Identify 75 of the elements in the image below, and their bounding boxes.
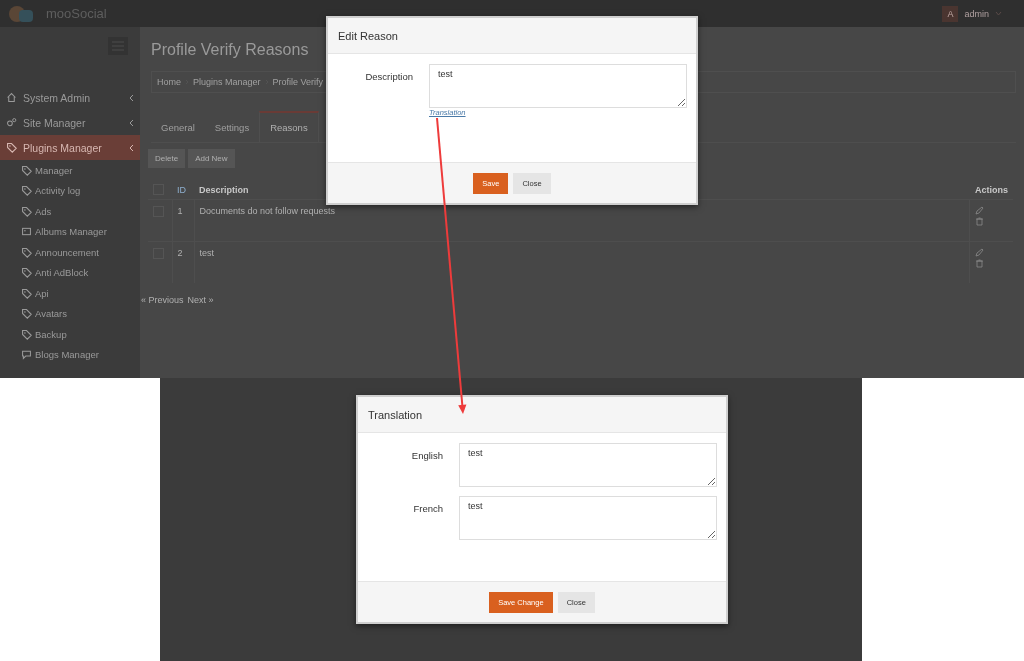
sidebar-subitem[interactable]: Avatars (0, 303, 140, 324)
table-cell: 1 (172, 199, 194, 242)
sidebar-subitem-label: Announcement (35, 246, 99, 258)
breadcrumb-link[interactable]: Home (157, 77, 181, 87)
tab[interactable]: Reasons (259, 111, 319, 142)
sidebar-subitem[interactable]: Activity log (0, 180, 140, 201)
caret-icon[interactable] (995, 11, 1002, 16)
pager-link[interactable]: Next » (187, 295, 214, 305)
image-icon (21, 226, 32, 238)
tag-icon (21, 164, 32, 176)
sidebar-subitem[interactable]: Backup (0, 324, 140, 345)
edit-icon[interactable] (975, 248, 985, 257)
field-label: English (410, 449, 443, 461)
translation-field[interactable]: test (459, 496, 717, 540)
tag-icon (21, 185, 32, 197)
sidebar-subitem[interactable]: Albums Manager (0, 221, 140, 242)
tag-icon (6, 142, 17, 153)
sidebar-subitem[interactable]: Api (0, 283, 140, 304)
logo-icon (8, 4, 36, 23)
sidebar-subitem-label: Ads (35, 205, 52, 217)
trash-icon[interactable] (975, 259, 985, 268)
tag-icon (21, 287, 32, 299)
sidebar-subitem-label: Activity log (35, 185, 81, 197)
tag-icon (21, 246, 32, 258)
column-header: Description (199, 184, 249, 195)
user-avatar[interactable]: A (942, 5, 959, 22)
chevron-icon (129, 118, 134, 127)
sidebar-subitem-label: Blogs Manager (35, 349, 99, 361)
sidebar-item-label: Plugins Manager (23, 141, 102, 154)
sidebar-item[interactable]: Plugins Manager (0, 135, 140, 160)
column-header: Actions (970, 180, 1013, 200)
sidebar-subitem[interactable]: Anti AdBlock (0, 262, 140, 283)
dialog-title: Translation (358, 397, 726, 433)
toolbar-button[interactable]: Delete (148, 149, 186, 168)
tag-icon (21, 308, 32, 320)
edit-icon[interactable] (975, 206, 985, 215)
column-header[interactable]: ID (172, 180, 194, 200)
sidebar-subitem-label: Albums Manager (35, 226, 107, 238)
trash-icon[interactable] (975, 217, 985, 226)
sidebar-item-label: Site Manager (23, 116, 86, 129)
field-label: French (412, 502, 443, 514)
table-cell: test (194, 241, 970, 283)
breadcrumb-link[interactable]: Profile Verify (272, 77, 324, 87)
dialog-title: Edit Reason (328, 18, 696, 54)
breadcrumb-link[interactable]: Plugins Manager (193, 77, 261, 87)
toolbar-button[interactable]: Add New (188, 149, 235, 168)
translation-field[interactable]: test (459, 443, 717, 487)
sidebar-subitem[interactable]: Manager (0, 160, 140, 181)
chevron-icon (129, 143, 134, 152)
sidebar-subitem[interactable]: Announcement (0, 242, 140, 263)
description-field[interactable]: test (429, 64, 687, 108)
sidebar-subitem-label: Anti AdBlock (35, 267, 89, 279)
tab[interactable]: Settings (204, 111, 260, 142)
sidebar-subitem-label: Avatars (35, 308, 68, 320)
tag-icon (21, 267, 32, 279)
user-name[interactable]: admin (964, 8, 989, 19)
tab[interactable]: General (151, 111, 205, 142)
sidebar-subitem-label: Manager (35, 164, 73, 176)
gears-icon (6, 117, 17, 128)
sidebar-item-label: System Admin (23, 91, 91, 104)
page-title: Profile Verify Reasons (151, 41, 310, 60)
sidebar-item[interactable]: System Admin (0, 85, 140, 110)
sidebar-subitem[interactable]: Blogs Manager (0, 344, 140, 365)
tag-icon (21, 328, 32, 340)
sidebar-subitem-label: Backup (35, 328, 67, 340)
pager-link[interactable]: « Previous (141, 295, 184, 305)
chevron-icon (129, 93, 134, 102)
table-cell: 2 (172, 241, 194, 283)
sidebar-item[interactable]: Site Manager (0, 110, 140, 135)
sidebar-subitem-label: Api (35, 287, 49, 299)
field-label: Description (364, 70, 413, 82)
home-icon (6, 92, 17, 103)
sidebar-subitem[interactable]: Ads (0, 201, 140, 222)
tag-icon (21, 205, 32, 217)
comment-icon (21, 349, 32, 361)
